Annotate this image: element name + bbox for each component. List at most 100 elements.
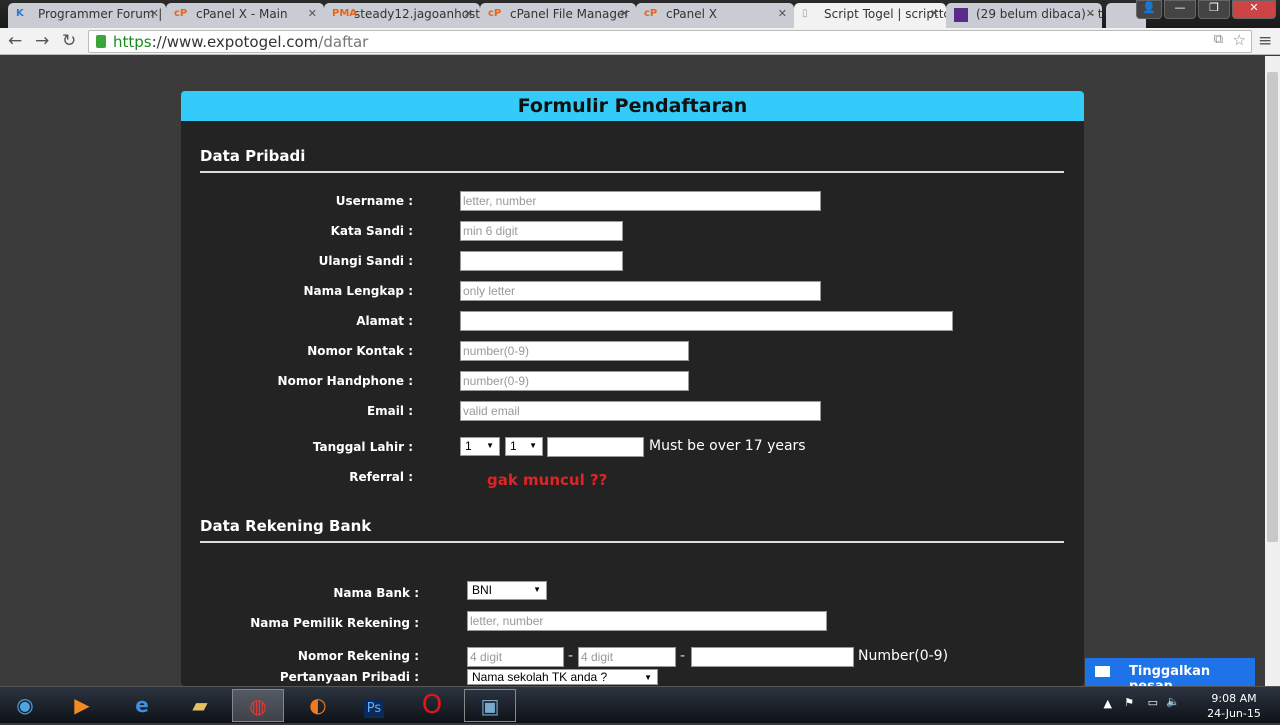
- close-icon[interactable]: ✕: [620, 7, 629, 20]
- volume-icon[interactable]: 🔈: [1166, 695, 1180, 708]
- question-label: Pertanyaan Pribadi :: [279, 670, 419, 684]
- contact-input[interactable]: number(0-9): [460, 341, 689, 361]
- account-part1-input[interactable]: 4 digit: [467, 647, 564, 667]
- tab-cpanel-x[interactable]: cP cPanel X ✕: [636, 3, 794, 28]
- handphone-row: Nomor Handphone : number(0-9): [181, 371, 1084, 391]
- address-row: Alamat :: [181, 311, 1084, 331]
- cpanel-icon: cP: [488, 8, 502, 19]
- question-select[interactable]: Nama sekolah TK anda ?: [467, 669, 658, 685]
- close-icon[interactable]: ✕: [464, 7, 473, 20]
- account-note: Number(0-9): [858, 648, 949, 664]
- referral-annotation: gak muncul ??: [487, 471, 608, 489]
- forward-icon[interactable]: →: [35, 31, 49, 51]
- user-icon[interactable]: 👤: [1136, 0, 1162, 19]
- month-select[interactable]: 1: [505, 437, 543, 456]
- folder-icon[interactable]: ▰: [174, 689, 226, 722]
- close-window-button[interactable]: ✕: [1232, 0, 1276, 19]
- full-name-row: Nama Lengkap : only letter: [181, 281, 1084, 301]
- phpmyadmin-icon: PMA: [332, 8, 358, 19]
- chat-widget-button[interactable]: Tinggalkan pesan: [1085, 658, 1255, 694]
- kaskus-icon: K: [16, 8, 24, 19]
- password-row: Kata Sandi : min 6 digit: [181, 221, 1084, 241]
- address-label: Alamat :: [356, 314, 413, 328]
- tab-cpanel-main[interactable]: cP cPanel X - Main ✕: [166, 3, 324, 28]
- firefox-icon[interactable]: ◐: [292, 689, 344, 722]
- dob-row: Tanggal Lahir : 1 1 Must be over 17 year…: [181, 437, 1084, 457]
- close-icon[interactable]: ✕: [308, 7, 317, 20]
- password-input[interactable]: min 6 digit: [460, 221, 623, 241]
- section-data-rekening: Data Rekening Bank: [200, 517, 1064, 543]
- bank-select[interactable]: BNI: [467, 581, 547, 600]
- media-player-icon[interactable]: ▶: [56, 689, 108, 722]
- scrollbar-thumb[interactable]: [1267, 72, 1278, 542]
- separator: -: [568, 648, 574, 664]
- mail-icon: [954, 8, 968, 22]
- password-label: Kata Sandi :: [330, 224, 413, 238]
- flag-icon[interactable]: ⚑: [1124, 696, 1134, 709]
- handphone-input[interactable]: number(0-9): [460, 371, 689, 391]
- tab-strip: K Programmer Forum | ✕ cP cPanel X - Main ✕ …: [0, 0, 1280, 28]
- window-controls: 👤 — ❐ ✕: [1136, 0, 1276, 19]
- tab-phpmyadmin[interactable]: PMA steady12.jagoanhosti ✕: [324, 3, 480, 28]
- url-path: /daftar: [318, 33, 369, 51]
- tab-title: cPanel X - Main: [196, 7, 288, 21]
- opera-icon[interactable]: O: [406, 689, 458, 722]
- remote-desktop-icon[interactable]: ▣: [464, 689, 516, 722]
- close-icon[interactable]: ✕: [150, 7, 159, 20]
- day-select[interactable]: 1: [460, 437, 500, 456]
- account-part2-input[interactable]: 4 digit: [578, 647, 676, 667]
- minimize-button[interactable]: —: [1164, 0, 1196, 19]
- url-scheme: https: [113, 33, 152, 51]
- envelope-icon: [1095, 666, 1110, 677]
- tab-title: cPanel File Manager: [510, 7, 630, 21]
- address-input[interactable]: [460, 311, 953, 331]
- account-part3-input[interactable]: [691, 647, 854, 667]
- tab-programmer-forum[interactable]: K Programmer Forum | ✕: [8, 3, 166, 28]
- email-input[interactable]: valid email: [460, 401, 821, 421]
- close-icon[interactable]: ✕: [1086, 7, 1095, 20]
- tab-title: cPanel X: [666, 7, 718, 21]
- confirm-password-input[interactable]: [460, 251, 623, 271]
- time: 9:08 AM: [1211, 692, 1257, 705]
- tab-title: (29 belum dibaca) - t: [976, 7, 1102, 21]
- tray-expand-icon[interactable]: ▲: [1104, 697, 1112, 710]
- translate-icon[interactable]: ⧉: [1214, 32, 1223, 47]
- lock-icon: [96, 35, 106, 48]
- chrome-icon[interactable]: ◍: [232, 689, 284, 722]
- photoshop-label: Ps: [363, 699, 385, 718]
- tab-title: steady12.jagoanhosti: [354, 7, 480, 21]
- tab-title: Programmer Forum |: [38, 7, 163, 21]
- handphone-label: Nomor Handphone :: [277, 374, 413, 388]
- close-icon[interactable]: ✕: [930, 7, 939, 20]
- username-input[interactable]: letter, number: [460, 191, 821, 211]
- clock[interactable]: 9:08 AM 24-Jun-15: [1204, 691, 1264, 721]
- tab-cpanel-file-manager[interactable]: cP cPanel File Manager ✕: [480, 3, 636, 28]
- confirm-password-label: Ulangi Sandi :: [318, 254, 413, 268]
- scrollbar[interactable]: [1265, 56, 1280, 686]
- owner-input[interactable]: letter, number: [467, 611, 827, 631]
- photoshop-icon[interactable]: Ps: [348, 689, 400, 722]
- close-icon[interactable]: ✕: [778, 7, 787, 20]
- full-name-input[interactable]: only letter: [460, 281, 821, 301]
- internet-explorer-icon[interactable]: e: [116, 689, 168, 722]
- tab-script-togel[interactable]: ▯ Script Togel | scripttc ✕: [794, 3, 946, 28]
- menu-icon[interactable]: ≡: [1258, 31, 1272, 51]
- tab-mail[interactable]: (29 belum dibaca) - t ✕: [946, 3, 1102, 28]
- registration-panel: Formulir Pendaftaran Data Pribadi Userna…: [181, 91, 1084, 686]
- email-row: Email : valid email: [181, 401, 1084, 421]
- star-icon[interactable]: ☆: [1233, 31, 1246, 49]
- taskbar: ◉ ▶ e ▰ ◍ ◐ Ps O ▣ ▲ ⚑ ▭ 🔈 9:08 AM 24-Jun…: [0, 686, 1280, 723]
- maximize-button[interactable]: ❐: [1198, 0, 1230, 19]
- back-icon[interactable]: ←: [8, 31, 22, 51]
- dob-note: Must be over 17 years: [649, 438, 806, 454]
- year-input[interactable]: [547, 437, 644, 457]
- referral-label: Referral :: [349, 470, 413, 484]
- start-button[interactable]: ◉: [0, 689, 50, 722]
- network-icon[interactable]: ▭: [1148, 696, 1158, 709]
- reload-icon[interactable]: ↻: [62, 31, 76, 51]
- username-label: Username :: [335, 194, 413, 208]
- confirm-password-row: Ulangi Sandi :: [181, 251, 1084, 271]
- system-tray: ▲ ⚑ ▭ 🔈 9:08 AM 24-Jun-15: [1080, 687, 1280, 724]
- address-bar[interactable]: https://www.expotogel.com/daftar ⧉ ☆: [88, 30, 1252, 53]
- owner-row: Nama Pemilik Rekening : letter, number: [181, 611, 1084, 631]
